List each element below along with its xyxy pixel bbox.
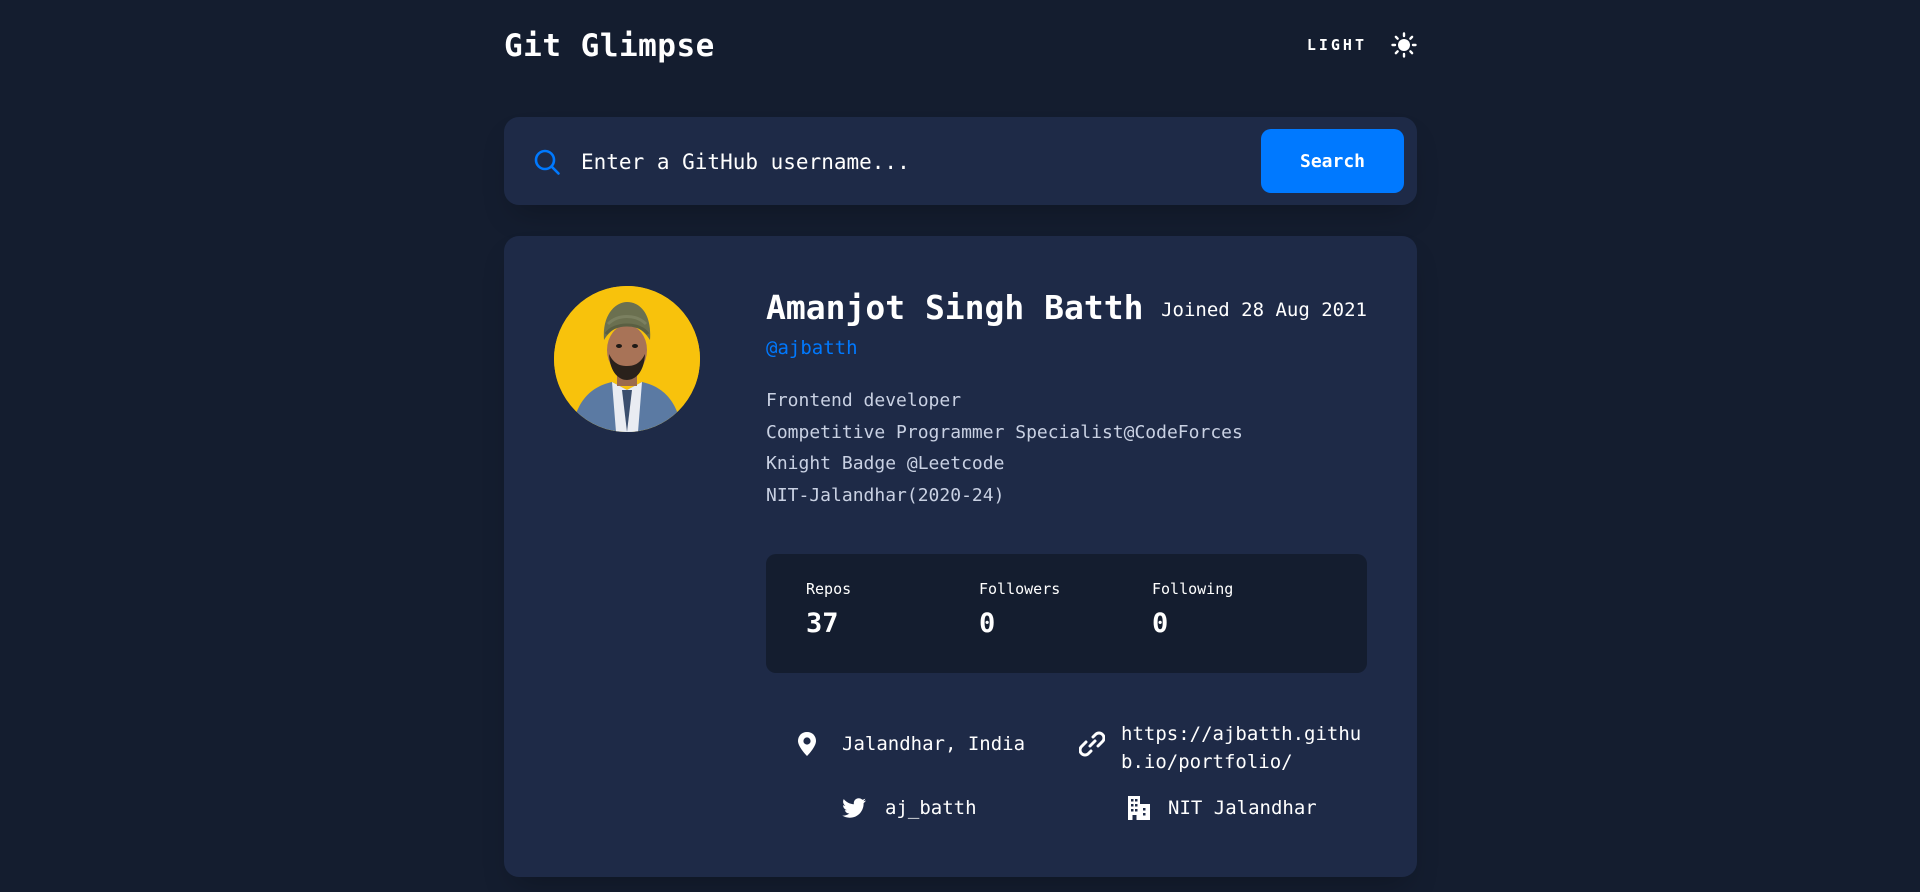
building-icon [1128,796,1150,820]
website-link[interactable]: https://ajbatth.githu b.io/portfolio/ [1121,720,1361,776]
joined-date: Joined 28 Aug 2021 [1161,299,1367,321]
stat-following: Following 0 [1152,580,1312,639]
search-input[interactable] [579,139,1223,185]
twitter-text: aj_batth [885,797,977,819]
location-pin-icon [798,732,816,756]
website-item[interactable]: https://ajbatth.githu b.io/portfolio/ [1079,720,1361,776]
search-button[interactable]: Search [1261,129,1404,193]
sun-icon [1391,32,1417,58]
twitter-icon [842,798,866,818]
bio-line: Competitive Programmer Specialist@CodeFo… [766,421,1243,443]
bio-line: Frontend developer [766,390,962,411]
stat-label: Followers [979,580,1061,598]
bio-line: NIT-Jalandhar(2020-24) [766,484,1005,506]
avatar-image [554,286,700,432]
location-item: Jalandhar, India [794,730,1025,758]
website-text-line: b.io/portfolio/ [1121,751,1293,773]
stat-repos: Repos 37 [806,580,966,639]
profile-card: Amanjot Singh Batth Joined 28 Aug 2021 @… [504,236,1417,877]
stats-panel: Repos 37 Followers 0 Following 0 [766,554,1367,673]
theme-toggle-button[interactable]: LIGHT [1307,30,1417,60]
profile-bio: Frontend developer Competitive Programme… [766,385,1366,511]
bio-line: Knight Badge @Leetcode [766,453,1005,474]
location-text: Jalandhar, India [842,733,1026,755]
link-icon [1079,731,1105,757]
stat-value: 0 [1152,608,1169,639]
stat-followers: Followers 0 [979,580,1139,639]
stat-value: 0 [979,608,996,639]
stat-label: Repos [806,580,852,598]
app-header: Git Glimpse LIGHT [504,24,1417,72]
avatar [554,286,700,432]
company-text: NIT Jalandhar [1168,797,1317,819]
profile-name: Amanjot Singh Batth [766,288,1144,327]
theme-toggle-label: LIGHT [1306,36,1367,54]
app-title: Git Glimpse [504,28,715,64]
stat-value: 37 [806,608,839,639]
profile-handle-link[interactable]: @ajbatth [766,337,858,359]
stat-label: Following [1152,580,1234,598]
twitter-item[interactable]: aj_batth [841,794,977,822]
website-text-line: https://ajbatth.githu [1121,723,1362,745]
search-icon [534,149,560,175]
company-item: NIT Jalandhar [1126,794,1317,822]
search-bar: Search [504,117,1417,205]
